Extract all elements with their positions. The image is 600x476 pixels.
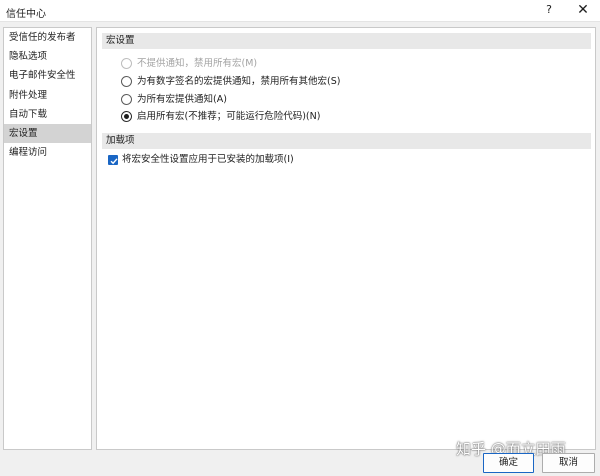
sidebar-item-email-security[interactable]: 电子邮件安全性 [4,66,91,85]
checkmark-icon [110,158,118,165]
macro-settings-header: 宏设置 [102,33,591,49]
sidebar-item-automatic-download[interactable]: 自动下载 [4,105,91,124]
close-button[interactable]: ✕ [576,2,590,18]
sidebar-item-attachment-handling[interactable]: 附件处理 [4,86,91,105]
main-panel: 宏设置 不提供通知，禁用所有宏(M) 为有数字签名的宏提供通知，禁用所有其他宏(… [96,27,596,450]
addins-header: 加载项 [102,133,591,149]
radio-label: 为所有宏提供通知(A) [137,94,227,105]
checkbox-label: 将宏安全性设置应用于已安装的加载项(I) [122,154,294,165]
sidebar-item-programmatic-access[interactable]: 编程访问 [4,143,91,162]
title-bar: 信任中心 ? ✕ [0,0,600,22]
sidebar-item-privacy-options[interactable]: 隐私选项 [4,47,91,66]
radio-label: 为有数字签名的宏提供通知，禁用所有其他宏(S) [137,76,341,87]
sidebar-item-trusted-publishers[interactable]: 受信任的发布者 [4,28,91,47]
radio-label: 不提供通知，禁用所有宏(M) [137,58,258,69]
window-title: 信任中心 [6,9,46,20]
radio-button-selected[interactable] [121,111,132,122]
sidebar: 受信任的发布者 隐私选项 电子邮件安全性 附件处理 自动下载 宏设置 编程访问 [3,27,92,450]
checkbox[interactable] [108,155,118,165]
ok-button[interactable]: 确定 [483,453,534,473]
radio-button[interactable] [121,94,132,105]
sidebar-item-macro-settings[interactable]: 宏设置 [4,123,91,144]
radio-button[interactable] [121,76,132,87]
radio-label: 启用所有宏(不推荐；可能运行危险代码)(N) [137,111,321,122]
cancel-button[interactable]: 取消 [542,453,595,473]
radio-button[interactable] [121,58,132,69]
help-button[interactable]: ? [542,3,556,16]
